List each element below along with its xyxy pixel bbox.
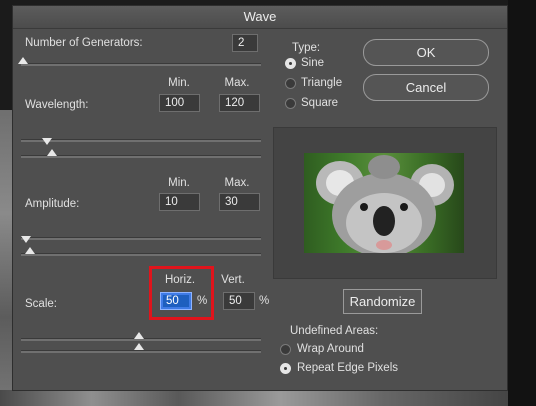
wavelength-slider-thumb-min[interactable] [42,138,52,145]
wavelength-min-input[interactable]: 100 [159,94,200,112]
scale-slider-track-vert[interactable] [21,350,261,353]
amplitude-min-header: Min. [168,177,190,189]
wavelength-max-input[interactable]: 120 [219,94,260,112]
amplitude-slider-thumb-min[interactable] [21,236,31,243]
generators-input[interactable]: 2 [232,34,258,52]
scale-label: Scale: [25,298,57,310]
repeat-edge-pixels-label[interactable]: Repeat Edge Pixels [297,362,398,374]
amplitude-slider-track-min[interactable] [21,237,261,240]
amplitude-min-input[interactable]: 10 [159,193,200,211]
preview-panel [273,127,497,279]
type-triangle-radio[interactable] [285,78,296,89]
randomize-button[interactable]: Randomize [343,289,422,314]
wavelength-slider-track-max[interactable] [21,155,261,158]
repeat-edge-pixels-radio[interactable] [280,363,291,374]
type-triangle-label[interactable]: Triangle [301,77,342,89]
type-sine-radio[interactable] [285,58,296,69]
cancel-button[interactable]: Cancel [363,74,489,101]
amplitude-slider-track-max[interactable] [21,253,261,256]
type-sine-label[interactable]: Sine [301,57,324,69]
wavelength-min-header: Min. [168,77,190,89]
background-photo-bottom [0,390,510,406]
wavelength-max-header: Max. [224,77,250,89]
generators-slider-track[interactable] [21,63,261,66]
koala-preview-image [304,153,464,253]
dialog-title: Wave [13,6,507,29]
scale-vert-input[interactable]: 50 [223,292,255,310]
highlight-box [149,266,214,320]
type-label: Type: [292,42,321,54]
wrap-around-radio[interactable] [280,344,291,355]
wavelength-slider-track-min[interactable] [21,139,261,142]
scale-vert-header: Vert. [221,274,245,286]
type-square-label[interactable]: Square [301,97,338,109]
generators-slider-thumb[interactable] [18,57,28,64]
scale-slider-thumb-horiz[interactable] [134,332,144,339]
wave-dialog: Wave Number of Generators: 2 Min. Max. W… [12,5,508,391]
scale-vert-unit: % [259,295,270,307]
background-dark-edge [508,0,536,406]
amplitude-max-input[interactable]: 30 [219,193,260,211]
amplitude-slider-thumb-max[interactable] [25,247,35,254]
type-square-radio[interactable] [285,98,296,109]
wavelength-label: Wavelength: [25,99,89,111]
background-photo-left [0,110,12,406]
amplitude-label: Amplitude: [25,198,80,210]
amplitude-max-header: Max. [224,177,250,189]
wrap-around-label[interactable]: Wrap Around [297,343,364,355]
scale-slider-thumb-vert[interactable] [134,343,144,350]
generators-label: Number of Generators: [25,37,143,49]
wavelength-slider-thumb-max[interactable] [47,149,57,156]
undefined-areas-label: Undefined Areas: [290,325,379,337]
ok-button[interactable]: OK [363,39,489,66]
